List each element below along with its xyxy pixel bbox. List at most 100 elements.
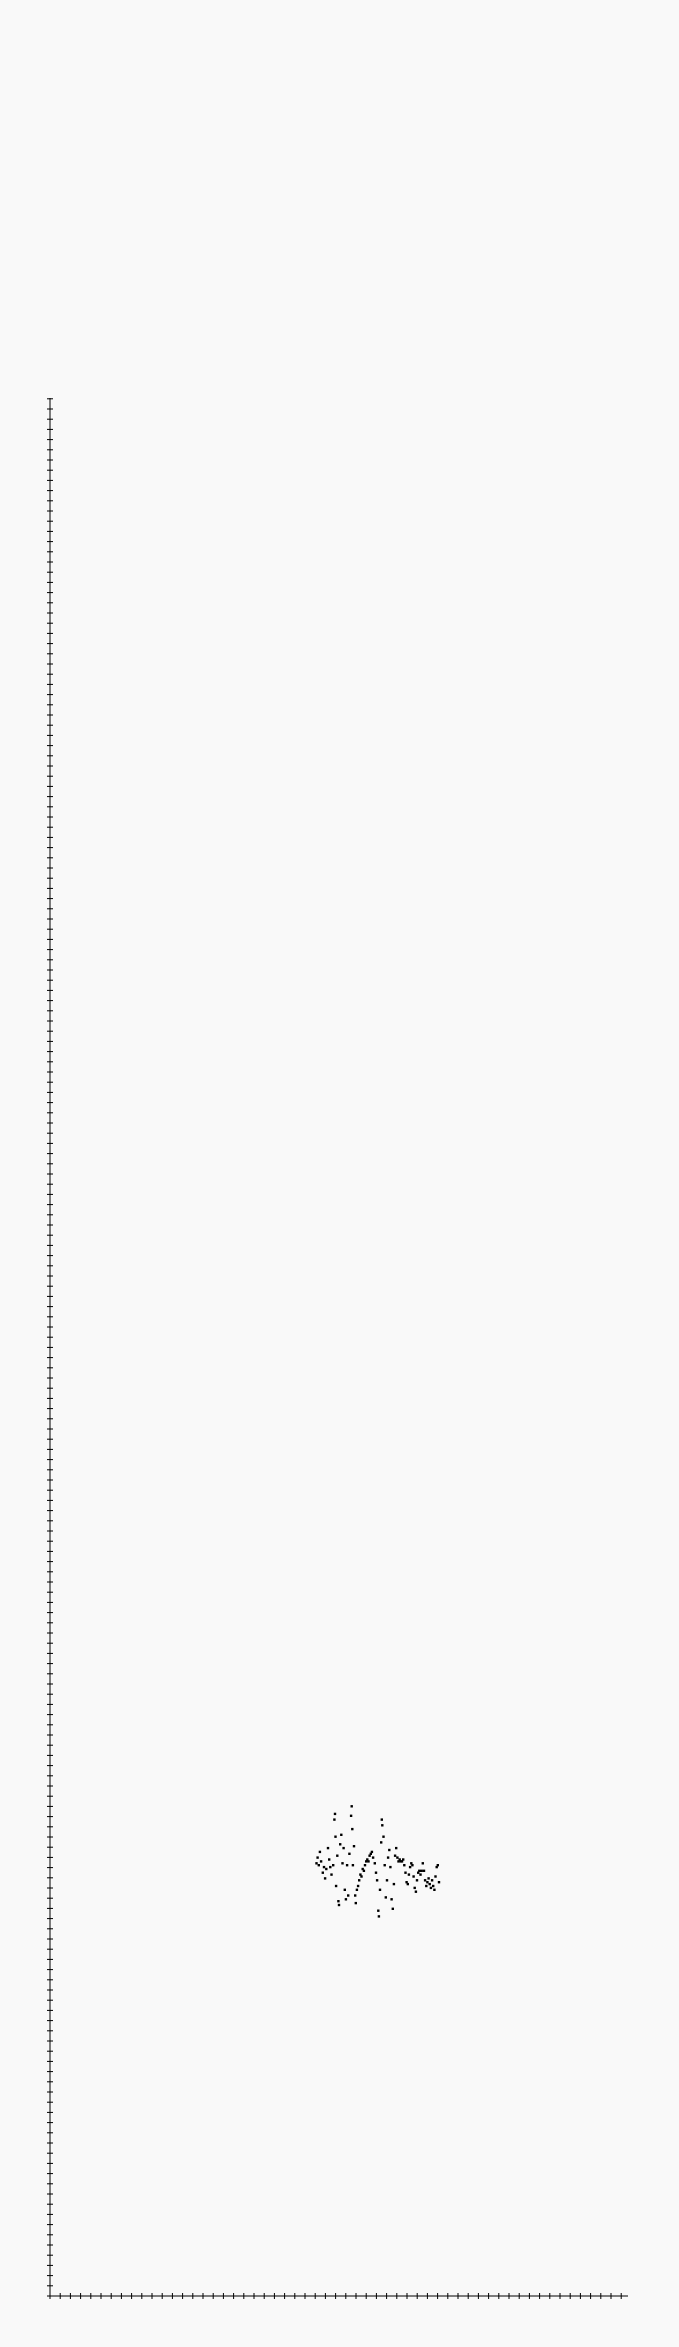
data-point — [334, 1884, 338, 1888]
data-point — [343, 1888, 346, 1891]
data-point — [425, 1884, 428, 1888]
data-point — [393, 1854, 397, 1857]
data-point — [340, 1833, 343, 1836]
data-point — [336, 1854, 339, 1857]
data-point — [374, 1871, 378, 1874]
data-point — [322, 1865, 326, 1869]
data-point — [316, 1856, 319, 1859]
axes-layer — [47, 398, 628, 2299]
data-point — [342, 1846, 345, 1850]
scatter-chart-svg — [47, 398, 628, 2299]
data-point — [321, 1871, 324, 1874]
data-point — [415, 1879, 419, 1882]
data-point — [347, 1894, 350, 1897]
data-point — [370, 1850, 374, 1854]
data-point — [420, 1869, 423, 1872]
data-point — [333, 1812, 337, 1816]
data-point — [395, 1846, 398, 1850]
data-point — [433, 1888, 436, 1891]
data-point — [413, 1886, 416, 1890]
data-point — [371, 1856, 375, 1859]
data-point — [337, 1903, 341, 1907]
data-point — [351, 1827, 354, 1831]
data-point — [377, 1909, 380, 1912]
data-point — [348, 1852, 351, 1855]
data-point — [325, 1867, 328, 1871]
data-point — [436, 1864, 439, 1867]
data-point — [318, 1850, 322, 1854]
data-point — [354, 1894, 357, 1897]
data-point — [355, 1888, 359, 1891]
data-point — [373, 1862, 376, 1865]
data-point — [329, 1865, 332, 1869]
data-point — [378, 1888, 382, 1891]
data-point — [390, 1898, 393, 1901]
data-point — [391, 1907, 394, 1910]
chart-area — [0, 0, 679, 2347]
data-point — [419, 1873, 422, 1876]
data-point — [414, 1890, 418, 1893]
data-point — [423, 1879, 427, 1882]
data-point — [319, 1860, 323, 1863]
points-layer — [315, 1805, 441, 1918]
data-point — [323, 1877, 327, 1880]
data-point — [392, 1882, 396, 1886]
data-point — [384, 1896, 387, 1899]
data-point — [344, 1898, 348, 1901]
data-point — [317, 1864, 320, 1867]
data-point — [352, 1845, 356, 1848]
data-point — [356, 1884, 360, 1888]
data-point — [339, 1843, 342, 1846]
data-point — [381, 1824, 384, 1827]
data-point — [351, 1864, 355, 1867]
data-point — [315, 1862, 318, 1865]
data-point — [429, 1886, 433, 1890]
data-point — [362, 1869, 366, 1872]
data-point — [403, 1864, 406, 1867]
data-point — [354, 1901, 357, 1905]
data-point — [434, 1875, 437, 1878]
data-point — [382, 1835, 385, 1838]
data-point — [426, 1881, 429, 1884]
data-point — [396, 1856, 399, 1859]
data-point — [389, 1865, 392, 1869]
data-point — [422, 1869, 426, 1872]
data-point — [330, 1873, 333, 1876]
data-point — [388, 1848, 391, 1852]
data-point — [345, 1864, 349, 1867]
data-point — [383, 1864, 386, 1867]
data-point — [363, 1864, 367, 1867]
data-point — [428, 1882, 431, 1886]
data-point — [432, 1884, 435, 1888]
data-point — [407, 1873, 411, 1876]
data-point — [406, 1882, 409, 1886]
data-point — [402, 1858, 405, 1861]
data-point — [360, 1875, 363, 1878]
data-point — [411, 1864, 414, 1867]
data-point — [421, 1862, 424, 1865]
data-point — [337, 1900, 340, 1903]
data-point — [418, 1869, 421, 1872]
data-point — [367, 1860, 370, 1863]
data-point — [408, 1865, 412, 1869]
data-point — [386, 1856, 390, 1859]
data-point — [427, 1877, 430, 1880]
data-point — [380, 1841, 383, 1844]
data-point — [412, 1875, 415, 1878]
data-point — [437, 1881, 441, 1884]
data-point — [358, 1879, 361, 1882]
data-point — [333, 1818, 336, 1821]
data-point — [375, 1879, 379, 1882]
data-point — [385, 1879, 389, 1882]
data-point — [430, 1879, 434, 1882]
data-point — [328, 1858, 331, 1861]
data-point — [377, 1915, 381, 1918]
data-point — [326, 1846, 330, 1850]
data-point — [349, 1814, 353, 1817]
data-point — [404, 1871, 407, 1874]
data-point — [341, 1862, 344, 1865]
data-point — [350, 1805, 353, 1808]
data-point — [380, 1818, 383, 1821]
data-point — [334, 1835, 337, 1838]
data-point — [332, 1864, 335, 1867]
